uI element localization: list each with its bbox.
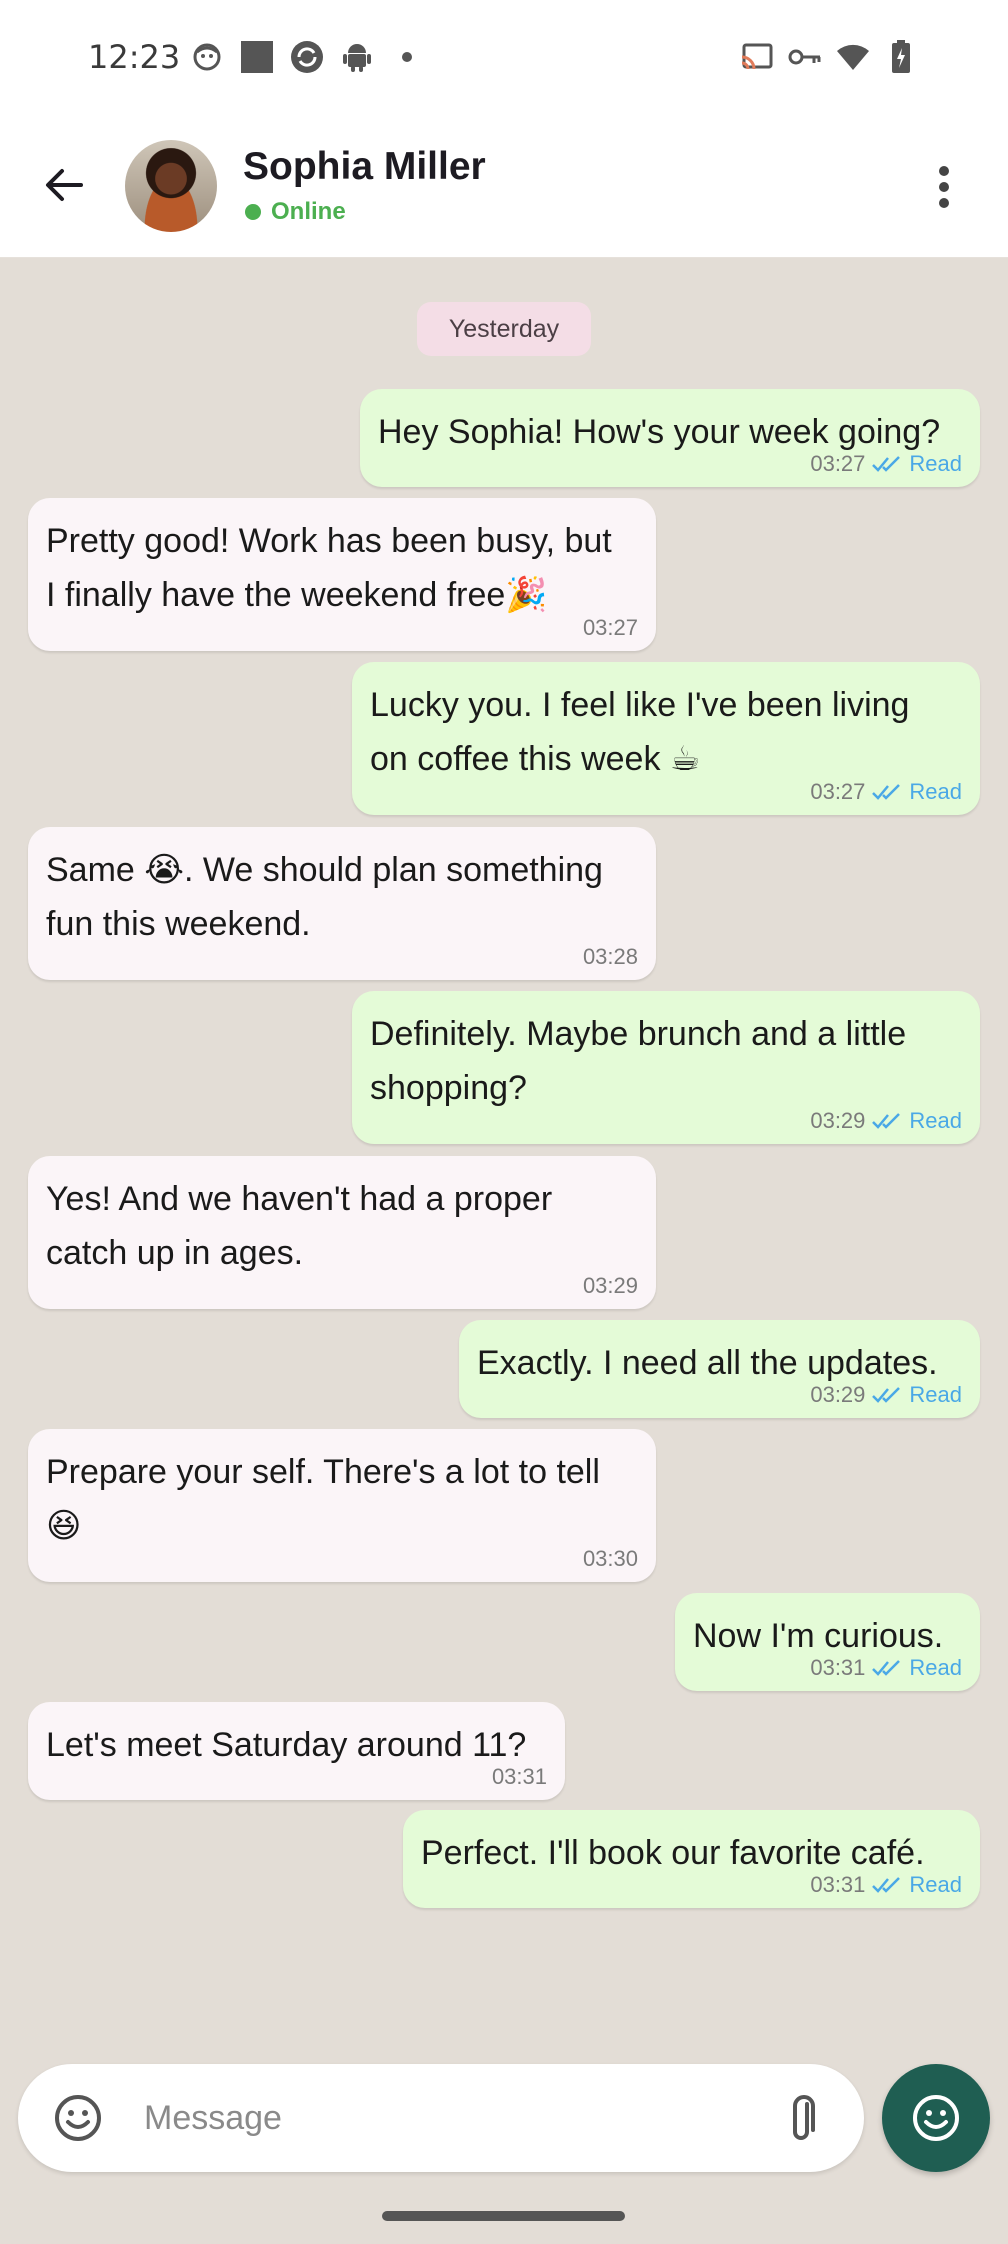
sync-notification-icon — [290, 40, 324, 74]
message-time: 03:31 — [810, 1872, 866, 1897]
message-text: Prepare your self. There's a lot to tell… — [46, 1453, 600, 1545]
message-text: Let's meet Saturday around 11? — [46, 1726, 527, 1764]
arrow-back-icon — [46, 169, 83, 201]
message-time: 03:27 — [810, 779, 866, 804]
message-status: Read — [909, 1108, 962, 1133]
message-bubble-incoming[interactable]: Let's meet Saturday around 11? 03:31 — [28, 1702, 565, 1800]
message-meta: 03:28 — [583, 944, 638, 970]
chat-header: Sophia Miller Online — [0, 115, 1008, 258]
message-bubble-incoming[interactable]: Same 😭. We should plan something fun thi… — [28, 827, 656, 980]
face-notification-icon — [190, 40, 224, 74]
message-bubble-outgoing[interactable]: Lucky you. I feel like I've been living … — [352, 662, 980, 815]
double-check-icon — [872, 1660, 901, 1676]
message-bubble-outgoing[interactable]: Perfect. I'll book our favorite café. 03… — [403, 1810, 980, 1908]
message-time: 03:30 — [582, 1546, 638, 1571]
status-left-icons — [190, 40, 424, 74]
message-input[interactable] — [144, 2084, 764, 2152]
status-right-icons — [740, 40, 918, 74]
message-bubble-incoming[interactable]: Prepare your self. There's a lot to tell… — [28, 1429, 656, 1582]
message-time: 03:27 — [810, 451, 866, 476]
double-check-icon — [872, 456, 901, 472]
message-time: 03:29 — [582, 1273, 638, 1298]
message-meta: 03:27 — [583, 615, 638, 641]
status-bar: 12:23 — [0, 0, 1008, 115]
emoji-send-button[interactable] — [882, 2064, 990, 2172]
message-bubble-outgoing[interactable]: Exactly. I need all the updates. 03:29 R… — [459, 1320, 980, 1418]
more-options-button[interactable] — [916, 159, 972, 215]
message-text: Definitely. Maybe brunch and a little sh… — [370, 1015, 907, 1107]
wifi-icon — [836, 40, 870, 74]
message-bubble-outgoing[interactable]: Hey Sophia! How's your week going? 03:27… — [360, 389, 980, 487]
message-status: Read — [909, 1655, 962, 1680]
back-button[interactable] — [36, 157, 92, 213]
message-time: 03:28 — [582, 944, 638, 969]
message-meta: 03:30 — [583, 1546, 638, 1572]
message-status: Read — [909, 1872, 962, 1897]
more-vert-icon — [939, 166, 949, 208]
paperclip-icon — [793, 2095, 815, 2140]
double-check-icon — [872, 1387, 901, 1403]
message-text: Yes! And we haven't had a proper catch u… — [46, 1180, 553, 1272]
status-time: 12:23 — [88, 38, 181, 76]
message-meta: 03:27 Read — [810, 779, 962, 805]
cast-icon — [740, 40, 774, 74]
message-meta: 03:29 Read — [810, 1382, 962, 1408]
message-meta: 03:27 Read — [810, 451, 962, 477]
battery-charging-icon — [884, 40, 918, 74]
message-meta: 03:31 Read — [810, 1872, 962, 1898]
message-meta: 03:31 Read — [810, 1655, 962, 1681]
message-meta: 03:29 Read — [810, 1108, 962, 1134]
dot-icon — [390, 40, 424, 74]
online-status-dot — [245, 204, 261, 220]
message-bubble-outgoing[interactable]: Now I'm curious. 03:31 Read — [675, 1593, 980, 1691]
android-icon — [340, 40, 374, 74]
avatar[interactable] — [125, 140, 217, 232]
message-status: Read — [909, 779, 962, 804]
message-time: 03:31 — [810, 1655, 866, 1680]
message-text: Pretty good! Work has been busy, but I f… — [46, 522, 612, 614]
date-chip: Yesterday — [417, 302, 591, 356]
message-meta: 03:31 — [492, 1764, 547, 1790]
message-bubble-outgoing[interactable]: Definitely. Maybe brunch and a little sh… — [352, 991, 980, 1144]
message-status: Read — [909, 451, 962, 476]
message-time: 03:31 — [491, 1764, 547, 1789]
contact-name[interactable]: Sophia Miller — [243, 145, 486, 189]
message-time: 03:27 — [582, 615, 638, 640]
attach-button[interactable] — [778, 2090, 834, 2146]
home-indicator[interactable] — [382, 2211, 625, 2221]
message-composer — [18, 2064, 864, 2172]
online-status-text: Online — [271, 198, 346, 225]
double-check-icon — [872, 1877, 901, 1893]
message-time: 03:29 — [810, 1108, 866, 1133]
emoji-icon — [913, 2095, 959, 2141]
message-meta: 03:29 — [583, 1273, 638, 1299]
emoji-button[interactable] — [52, 2092, 104, 2144]
message-bubble-incoming[interactable]: Pretty good! Work has been busy, but I f… — [28, 498, 656, 651]
key-icon — [788, 40, 822, 74]
double-check-icon — [872, 784, 901, 800]
square-notification-icon — [240, 40, 274, 74]
double-check-icon — [872, 1113, 901, 1129]
message-text: Lucky you. I feel like I've been living … — [370, 686, 910, 778]
message-bubble-incoming[interactable]: Yes! And we haven't had a proper catch u… — [28, 1156, 656, 1309]
message-text: Same 😭. We should plan something fun thi… — [46, 851, 603, 943]
message-time: 03:29 — [810, 1382, 866, 1407]
emoji-icon — [55, 2095, 101, 2141]
message-status: Read — [909, 1382, 962, 1407]
